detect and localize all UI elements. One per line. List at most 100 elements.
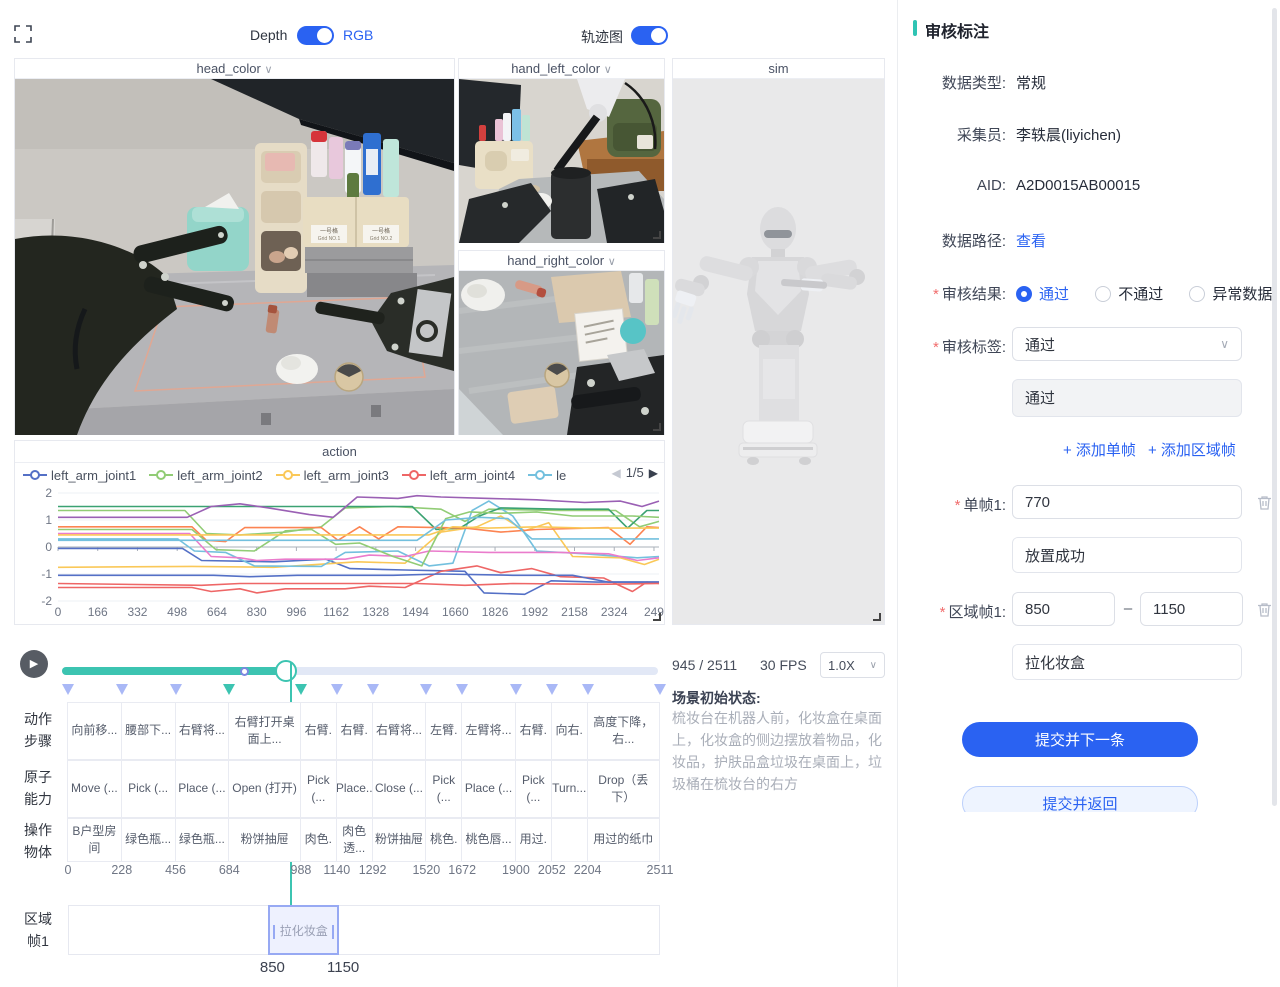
region-note-textarea[interactable]: 拉化妆盒 [1012, 644, 1242, 680]
radio-pass[interactable]: 通过 [1016, 286, 1069, 303]
legend-item[interactable]: left_arm_joint3 [276, 468, 389, 483]
resize-grip-icon[interactable] [653, 423, 661, 431]
table-cell: Pick (... [300, 760, 337, 818]
fullscreen-icon[interactable] [14, 25, 32, 43]
radio-icon[interactable] [1095, 286, 1111, 302]
region-frame-label-field: *区域帧1: [860, 601, 1006, 622]
frame-axis-label: 1292 [359, 863, 387, 877]
chevron-down-icon: ∨ [1220, 337, 1229, 351]
trajectory-toggle[interactable] [631, 26, 668, 45]
chart-series-right_arm_joint6 [58, 584, 659, 586]
region-frame-box[interactable]: 拉化妆盒 [268, 905, 339, 955]
step-marker[interactable] [170, 684, 182, 695]
trash-icon[interactable] [1256, 494, 1273, 511]
step-marker[interactable] [223, 684, 235, 695]
camera-panel-hand-left: hand_left_color ∨ [458, 58, 665, 243]
hand-left-color-dropdown[interactable]: hand_left_color ∨ [459, 59, 664, 79]
speed-select[interactable]: 1.0X∨ [820, 652, 885, 678]
legend-page: 1/5 [626, 465, 644, 480]
table-cell: Turn... [551, 760, 588, 818]
table-cell: 粉饼抽屉 [228, 818, 301, 862]
legend-item[interactable]: left_arm_joint1 [23, 468, 136, 483]
camera-panel-hand-right: hand_right_color ∨ [458, 250, 665, 435]
header-accent-bar [913, 20, 917, 36]
svg-text:-2: -2 [41, 594, 52, 608]
table-cell: Place (... [461, 760, 516, 818]
review-tag-select[interactable]: 通过∨ [1012, 327, 1242, 361]
legend-item[interactable]: left_arm_joint2 [149, 468, 262, 483]
table-cell: 右臂. [515, 702, 552, 760]
region-frame-track[interactable] [68, 905, 660, 955]
frame-axis-label: 2204 [574, 863, 602, 877]
table-cell: 用过. [515, 818, 552, 862]
table-cell: 绿色瓶... [121, 818, 176, 862]
legend-pager: ◀ 1/5 ▶ [611, 465, 658, 480]
add-single-frame-link[interactable]: + 添加单帧 [1063, 439, 1136, 460]
frame-axis-label: 684 [219, 863, 240, 877]
region-start-input[interactable] [1012, 592, 1115, 626]
radio-fail[interactable]: 不通过 [1095, 286, 1163, 303]
region-end-input[interactable] [1140, 592, 1243, 626]
radio-checked-icon[interactable] [1016, 286, 1032, 302]
scene-state-description: 梳妆台在机器人前，化妆盒在桌面上，化妆盒的侧边摆放着物品，化妆品，护肤品盒垃圾在… [672, 707, 889, 795]
legend-next-icon[interactable]: ▶ [649, 466, 658, 480]
step-marker[interactable] [582, 684, 594, 695]
table-cell: 桃色. [425, 818, 462, 862]
frame-axis-label: 456 [165, 863, 186, 877]
step-marker[interactable] [546, 684, 558, 695]
tag-note-textarea[interactable]: 通过 [1012, 379, 1242, 417]
radio-abnormal[interactable]: 异常数据 [1189, 286, 1272, 303]
region-handle-right[interactable] [332, 925, 334, 939]
sim-title[interactable]: sim [673, 59, 884, 79]
step-marker[interactable] [295, 684, 307, 695]
row-label-atomic-ability: 原子能力 [22, 766, 54, 811]
table-cell: Move (... [67, 760, 122, 818]
single-frame-input[interactable] [1012, 485, 1242, 519]
step-marker[interactable] [654, 684, 666, 695]
submit-back-button[interactable]: 提交并返回 [962, 786, 1198, 812]
timeline-slider-fill [62, 667, 286, 675]
submit-next-button[interactable]: 提交并下一条 [962, 722, 1198, 757]
timeline-slider-handle[interactable] [275, 660, 297, 682]
table-cell: Open (打开) [228, 760, 301, 818]
step-marker[interactable] [456, 684, 468, 695]
step-marker[interactable] [510, 684, 522, 695]
table-cell: B户型房间 [67, 818, 122, 862]
collector-value: 李轶晨(liyichen) [1016, 124, 1121, 145]
sim-panel: sim [672, 58, 885, 625]
frame-axis-label: 1900 [502, 863, 530, 877]
table-cell: Pick (... [425, 760, 462, 818]
play-button[interactable]: ▶ [20, 650, 48, 678]
panel-scrollbar[interactable] [1272, 8, 1277, 806]
data-path-view-link[interactable]: 查看 [1016, 230, 1046, 251]
head-color-dropdown[interactable]: head_color ∨ [15, 59, 454, 79]
trash-icon[interactable] [1256, 601, 1273, 618]
frame-axis-label: 988 [290, 863, 311, 877]
head-camera-image: 一号格 Grid NO.1 一号格 Grid NO.2 [15, 79, 454, 435]
legend-item[interactable]: le [528, 468, 566, 483]
table-cell: Close (... [372, 760, 427, 818]
resize-grip-icon[interactable] [653, 613, 661, 621]
legend-series-icon [276, 470, 300, 480]
step-marker[interactable] [367, 684, 379, 695]
radio-icon[interactable] [1189, 286, 1205, 302]
table-cell: 向右. [551, 702, 588, 760]
region-handle-left[interactable] [273, 925, 275, 939]
hand-right-color-dropdown[interactable]: hand_right_color ∨ [459, 251, 664, 271]
step-marker[interactable] [62, 684, 74, 695]
depth-rgb-toggle[interactable] [297, 26, 334, 45]
step-marker[interactable] [116, 684, 128, 695]
legend-prev-icon[interactable]: ◀ [611, 466, 620, 480]
step-marker[interactable] [420, 684, 432, 695]
legend-item[interactable]: left_arm_joint4 [402, 468, 515, 483]
step-marker[interactable] [331, 684, 343, 695]
legend-series-icon [23, 470, 47, 480]
add-region-frame-link[interactable]: + 添加区域帧 [1148, 439, 1236, 460]
svg-text:498: 498 [167, 605, 187, 619]
chart-legend: left_arm_joint1 left_arm_joint2 left_arm… [15, 463, 664, 487]
resize-grip-icon[interactable] [653, 231, 661, 239]
chevron-down-icon: ∨ [264, 64, 272, 76]
single-frame-note-textarea[interactable]: 放置成功 [1012, 537, 1242, 573]
frame-axis-label: 2052 [538, 863, 566, 877]
svg-text:996: 996 [286, 605, 306, 619]
